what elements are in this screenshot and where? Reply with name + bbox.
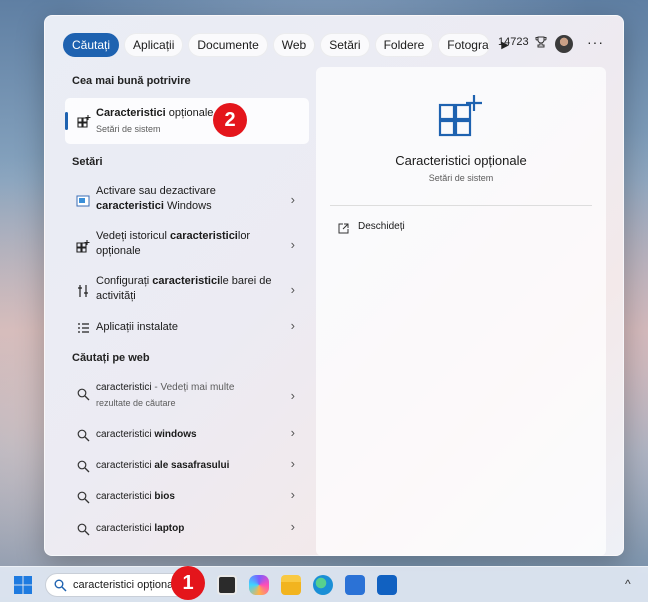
optional-features-icon (75, 112, 93, 130)
chevron-right-icon: › (290, 487, 295, 502)
search-icon (74, 488, 92, 506)
chevron-right-icon: › (290, 318, 295, 333)
web-result-label: caracteristici ale sasafrasului (96, 460, 230, 471)
chevron-right-icon: › (290, 192, 295, 207)
file-explorer-icon[interactable] (281, 575, 301, 595)
chevron-right-icon: › (290, 388, 295, 403)
chevron-right-icon: › (290, 519, 295, 534)
chevron-right-icon: › (290, 237, 295, 252)
preview-title: Caracteristici opționale (395, 153, 527, 168)
chevron-up-icon[interactable]: ^ (625, 577, 631, 591)
rewards-trophy-icon (535, 36, 547, 48)
chevron-right-icon: › (290, 456, 295, 471)
best-match-item[interactable]: Caracteristici opționale Setări de siste… (65, 98, 309, 144)
search-filter-bar: Căutați Aplicații Documente Web Setări F… (63, 32, 523, 58)
taskbar-settings-icon (74, 282, 92, 300)
task-view-icon[interactable] (217, 575, 237, 595)
step-badge-1: 1 (171, 566, 205, 600)
optional-features-icon (74, 237, 92, 255)
settings-header: Setări (72, 156, 103, 168)
web-result-sub: rezultate de căutare (96, 398, 176, 408)
web-result-item[interactable]: caracteristici bios › (65, 487, 309, 507)
web-result-label: caracteristici - Vedeți mai multe (96, 382, 235, 393)
settings-item-windows-features[interactable]: Activare sau dezactivare caracteristici … (65, 184, 309, 218)
filter-tab-photos[interactable]: Fotograf (438, 33, 491, 57)
web-result-item[interactable]: caracteristici windows › (65, 425, 309, 445)
best-match-subtitle: Setări de sistem (96, 124, 161, 134)
filter-tab-web[interactable]: Web (272, 33, 316, 57)
filter-tab-documents[interactable]: Documente (188, 33, 268, 57)
best-match-header: Cea mai bună potrivire (72, 75, 191, 87)
settings-item-label: Aplicații instalate (96, 321, 178, 333)
search-icon (74, 457, 92, 475)
preview-subtitle: Setări de sistem (428, 173, 494, 183)
filter-tab-settings[interactable]: Setări (320, 33, 370, 57)
search-icon (74, 385, 92, 403)
web-search-header: Căutați pe web (72, 352, 150, 364)
outlook-icon[interactable] (377, 575, 397, 595)
microsoft-store-icon[interactable] (345, 575, 365, 595)
settings-item-taskbar[interactable]: Configurați caracteristicile barei de ac… (65, 274, 309, 308)
chevron-right-icon: › (290, 425, 295, 440)
windows-features-icon (74, 192, 92, 210)
best-match-title: Caracteristici opționale (96, 107, 214, 119)
web-result-label: caracteristici bios (96, 491, 175, 502)
search-panel: Căutați Aplicații Documente Web Setări F… (44, 15, 624, 556)
app-list-icon (74, 319, 92, 337)
more-options-icon[interactable]: ··· (587, 34, 604, 50)
copilot-icon[interactable] (249, 575, 269, 595)
settings-item-features-history[interactable]: Vedeți istoricul caracteristicilor opțio… (65, 229, 309, 263)
open-external-icon (338, 221, 349, 239)
rewards-points[interactable]: 14723 (498, 36, 547, 48)
search-icon (74, 426, 92, 444)
filter-tab-all[interactable]: Căutați (63, 33, 120, 57)
web-result-item[interactable]: caracteristici laptop › (65, 519, 309, 539)
settings-item-label: Vedeți istoricul caracteristicilor opțio… (96, 230, 251, 257)
taskbar: ^ (0, 566, 648, 602)
open-action[interactable]: Deschideți (358, 221, 405, 232)
web-result-label: caracteristici laptop (96, 523, 185, 534)
step-badge-2: 2 (213, 103, 247, 137)
preview-divider (330, 205, 592, 206)
web-result-item[interactable]: caracteristici - Vedeți mai multe rezult… (65, 380, 309, 414)
settings-item-label: Activare sau dezactivare caracteristici … (96, 185, 216, 212)
settings-item-installed-apps[interactable]: Aplicații instalate › (65, 318, 309, 338)
filter-tab-folders[interactable]: Foldere (374, 33, 434, 57)
user-avatar[interactable] (555, 35, 573, 53)
windows-start-icon[interactable] (14, 576, 32, 599)
filter-tab-apps[interactable]: Aplicații (124, 33, 184, 57)
selection-indicator (65, 112, 68, 130)
rewards-points-value: 14723 (498, 36, 529, 48)
optional-features-large-icon (438, 93, 484, 142)
edge-browser-icon[interactable] (313, 575, 333, 595)
chevron-right-icon: › (290, 282, 295, 297)
settings-item-label: Configurați caracteristicile barei de ac… (96, 275, 272, 302)
preview-pane: Caracteristici opționale Setări de siste… (316, 67, 606, 556)
web-result-item[interactable]: caracteristici ale sasafrasului › (65, 456, 309, 476)
search-icon (74, 520, 92, 538)
search-icon (54, 579, 67, 592)
web-result-label: caracteristici windows (96, 429, 197, 440)
